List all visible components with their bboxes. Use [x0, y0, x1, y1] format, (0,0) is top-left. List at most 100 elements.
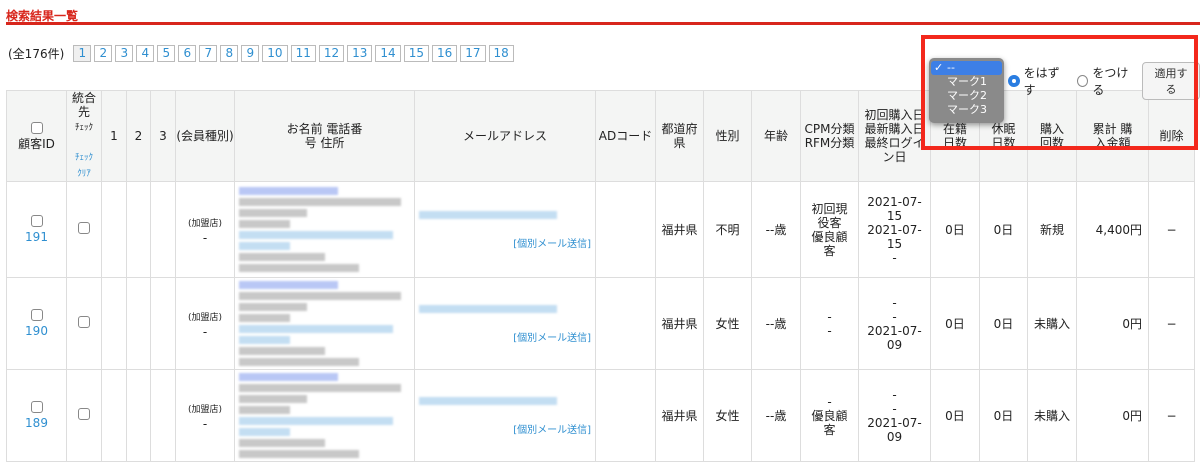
- cell-dormant: 0日: [979, 277, 1028, 370]
- page-link-18[interactable]: 18: [488, 45, 514, 62]
- merge-checkbox[interactable]: [78, 222, 90, 234]
- cell-customer-id: 191: [6, 181, 67, 278]
- header-mark-2: 2: [126, 90, 151, 182]
- header-cpm-rfm: CPM分類 RFM分類: [800, 90, 859, 182]
- redacted-text: [239, 406, 291, 414]
- cell-prefecture: 福井県: [655, 277, 704, 370]
- page-link-2[interactable]: 2: [94, 45, 113, 62]
- cell-prefecture: 福井県: [655, 369, 704, 462]
- header-age: 年齢: [751, 90, 801, 182]
- page-link-8[interactable]: 8: [220, 45, 239, 62]
- cell-mark-2: [126, 277, 151, 370]
- first-purchase-date: -: [892, 295, 897, 310]
- member-sub: -: [202, 230, 208, 245]
- redacted-text: [239, 314, 291, 322]
- cell-age: --歳: [751, 277, 801, 370]
- redacted-text: [239, 264, 359, 272]
- cell-member-type: (加盟店) -: [175, 369, 235, 462]
- row-checkbox[interactable]: [30, 401, 43, 413]
- cell-purchases-value: 新規: [1039, 222, 1064, 237]
- customer-id-link[interactable]: 191: [25, 230, 48, 244]
- page-link-4[interactable]: 4: [136, 45, 155, 62]
- merge-checkbox[interactable]: [78, 408, 90, 420]
- cell-merge: [66, 369, 102, 462]
- cell-mark-1: [101, 369, 127, 462]
- page-link-16[interactable]: 16: [431, 45, 458, 62]
- cell-total: 4,400円: [1076, 181, 1149, 278]
- row-checkbox[interactable]: [30, 309, 43, 321]
- redacted-text: [239, 253, 325, 261]
- customer-id-link[interactable]: 190: [25, 324, 48, 338]
- cell-gender: 不明: [703, 181, 752, 278]
- cell-dates: - -2021-07-09: [858, 277, 931, 370]
- first-purchase-date: 2021-07-15: [867, 194, 922, 223]
- cell-email: [個別メール送信]: [414, 181, 596, 278]
- page-link-17[interactable]: 17: [460, 45, 486, 62]
- page-link-5[interactable]: 5: [157, 45, 176, 62]
- page-link-11[interactable]: 11: [290, 45, 316, 62]
- cell-age-value: --歳: [765, 408, 787, 423]
- delete-button[interactable]: −: [1166, 223, 1176, 237]
- customer-id-link[interactable]: 189: [25, 416, 48, 430]
- header-customer-id: 顧客ID: [6, 90, 67, 182]
- redacted-text: [239, 384, 402, 392]
- cell-delete: −: [1148, 277, 1195, 370]
- page-link-1[interactable]: 1: [73, 45, 92, 62]
- page-link-12[interactable]: 12: [318, 45, 345, 62]
- send-mail-link[interactable]: [個別メール送信]: [513, 333, 591, 344]
- page-link-9[interactable]: 9: [241, 45, 260, 62]
- cell-name: [234, 369, 415, 462]
- cell-dates: - -2021-07-09: [858, 369, 931, 462]
- redacted-text: [239, 198, 402, 206]
- highlight-box: [921, 35, 1198, 150]
- cell-age: --歳: [751, 181, 801, 278]
- send-mail-link[interactable]: [個別メール送信]: [513, 425, 591, 436]
- cpm-value: 初回現役客: [811, 201, 848, 230]
- redacted-text: [239, 187, 339, 195]
- delete-button[interactable]: −: [1166, 317, 1176, 331]
- page-link-14[interactable]: 14: [375, 45, 401, 62]
- cell-age-value: --歳: [765, 316, 787, 331]
- cell-customer-id: 189: [6, 369, 67, 462]
- header-member-type: (会員種別): [175, 90, 235, 182]
- clear-link[interactable]: ｸﾘｱ: [77, 169, 91, 179]
- merge-checkbox[interactable]: [78, 316, 90, 328]
- page-link-7[interactable]: 7: [199, 45, 218, 62]
- pagination: (全176件) 1 2 3 4 5 6 7 8 9 10 11 12 13 14 15 16 17 18: [8, 45, 517, 62]
- redacted-text: [239, 395, 308, 403]
- check-link[interactable]: ﾁｪｯｸ: [75, 153, 93, 163]
- cell-mark-2: [126, 181, 151, 278]
- cell-dormant: 0日: [979, 181, 1028, 278]
- title-divider: [6, 22, 1200, 25]
- cell-member-type: (加盟店) -: [175, 277, 235, 370]
- table-row: 189 (加盟店) - [個別メール送信] 福井県 女性 --歳 - 優良顧客 - -20…: [6, 369, 1195, 462]
- delete-button[interactable]: −: [1166, 409, 1176, 423]
- cell-dormant-value: 0日: [993, 408, 1014, 423]
- cell-purchases: 未購入: [1027, 277, 1077, 370]
- cell-mark-3: [150, 369, 176, 462]
- cell-purchases: 未購入: [1027, 369, 1077, 462]
- row-checkbox[interactable]: [30, 215, 43, 227]
- latest-purchase-date: -: [892, 401, 897, 416]
- cell-tenure-value: 0日: [945, 408, 965, 423]
- redacted-text: [419, 210, 557, 219]
- page-link-3[interactable]: 3: [115, 45, 134, 62]
- send-mail-link[interactable]: [個別メール送信]: [513, 239, 591, 250]
- page-link-13[interactable]: 13: [347, 45, 373, 62]
- cell-customer-id: 190: [6, 277, 67, 370]
- page-link-6[interactable]: 6: [178, 45, 197, 62]
- cell-mark-3: [150, 277, 176, 370]
- redacted-text: [239, 209, 308, 217]
- member-sub: -: [202, 324, 208, 339]
- page-link-10[interactable]: 10: [262, 45, 288, 62]
- select-all-checkbox[interactable]: [30, 121, 43, 134]
- cell-total-value: 0円: [1122, 316, 1142, 331]
- redacted-text: [239, 336, 291, 344]
- member-type: (加盟店): [187, 312, 223, 323]
- cell-delete: −: [1148, 181, 1195, 278]
- redacted-text: [239, 325, 393, 333]
- rfm-value: -: [827, 323, 832, 338]
- page-link-15[interactable]: 15: [403, 45, 429, 62]
- cell-tenure: 0日: [930, 181, 980, 278]
- cell-tenure: 0日: [930, 369, 980, 462]
